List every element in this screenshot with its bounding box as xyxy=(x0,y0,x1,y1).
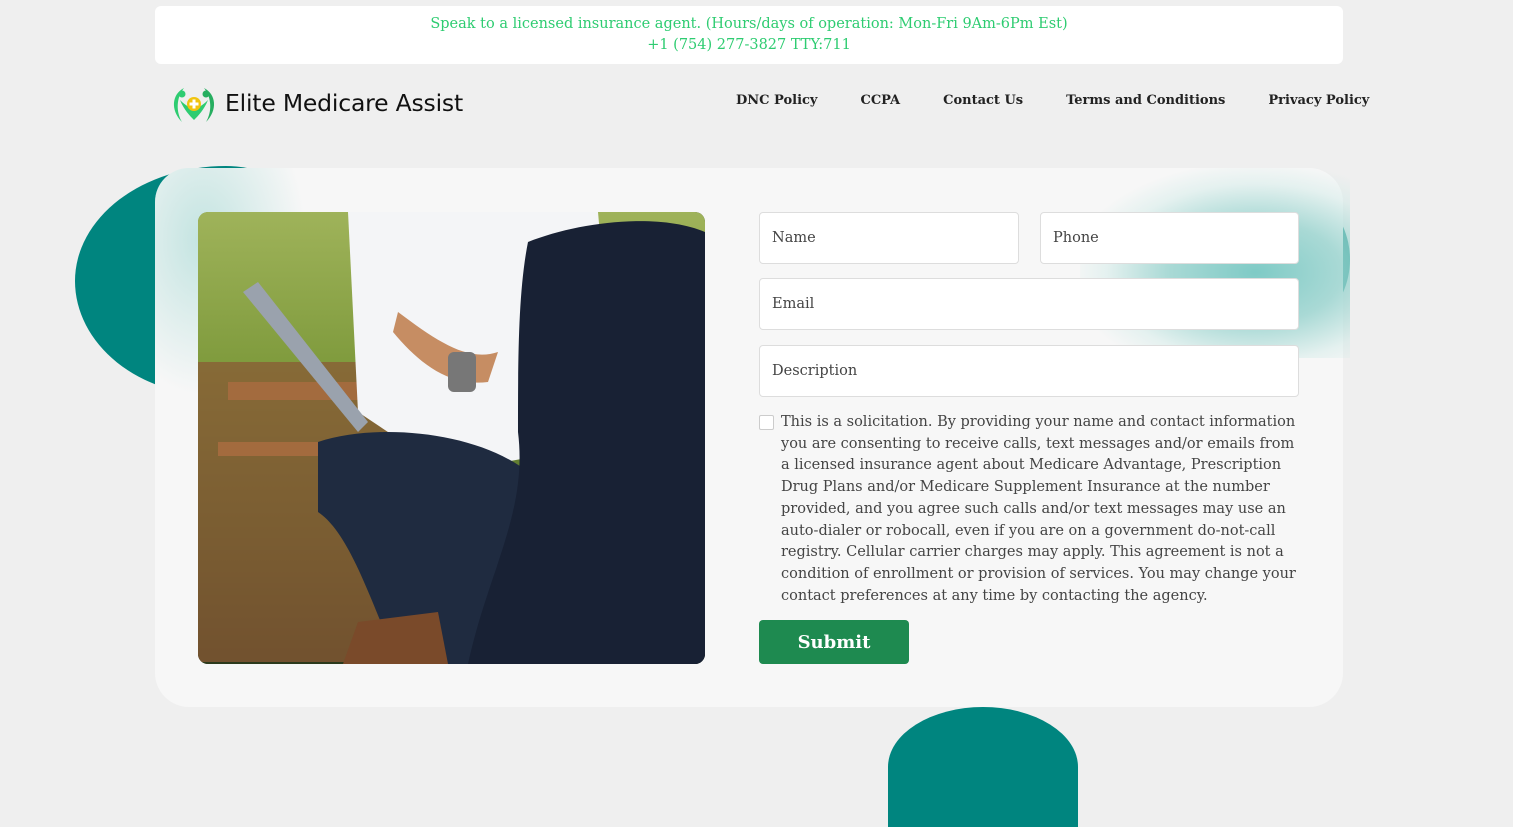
brand-name: Elite Medicare Assist xyxy=(225,89,463,117)
nav-ccpa[interactable]: CCPA xyxy=(860,93,900,108)
agent-hours-text: Speak to a licensed insurance agent. (Ho… xyxy=(430,16,1068,32)
nav-privacy-policy[interactable]: Privacy Policy xyxy=(1268,93,1369,108)
agent-meeting-photo xyxy=(198,212,705,664)
decorative-blob-bottom xyxy=(888,707,1078,827)
consent-text: This is a solicitation. By providing you… xyxy=(781,414,1296,604)
submit-button[interactable]: Submit xyxy=(759,620,909,664)
email-field[interactable] xyxy=(759,278,1299,330)
nav-terms-and-conditions[interactable]: Terms and Conditions xyxy=(1066,93,1225,108)
consent-checkbox[interactable] xyxy=(759,415,774,430)
photo-illustration xyxy=(198,212,705,664)
nav-contact-us[interactable]: Contact Us xyxy=(943,93,1023,108)
nav-dnc-policy[interactable]: DNC Policy xyxy=(736,93,817,108)
description-field[interactable] xyxy=(759,345,1299,397)
name-field[interactable] xyxy=(759,212,1019,264)
medical-cross-people-icon xyxy=(173,88,215,122)
top-info-bar: Speak to a licensed insurance agent. (Ho… xyxy=(155,6,1343,64)
consent-block: This is a solicitation. By providing you… xyxy=(759,412,1304,607)
logo[interactable]: Elite Medicare Assist xyxy=(170,80,463,126)
main-nav: DNC Policy CCPA Contact Us Terms and Con… xyxy=(736,93,1369,108)
phone-number[interactable]: +1 (754) 277-3827 TTY:711 xyxy=(155,35,1343,56)
phone-field[interactable] xyxy=(1040,212,1299,264)
